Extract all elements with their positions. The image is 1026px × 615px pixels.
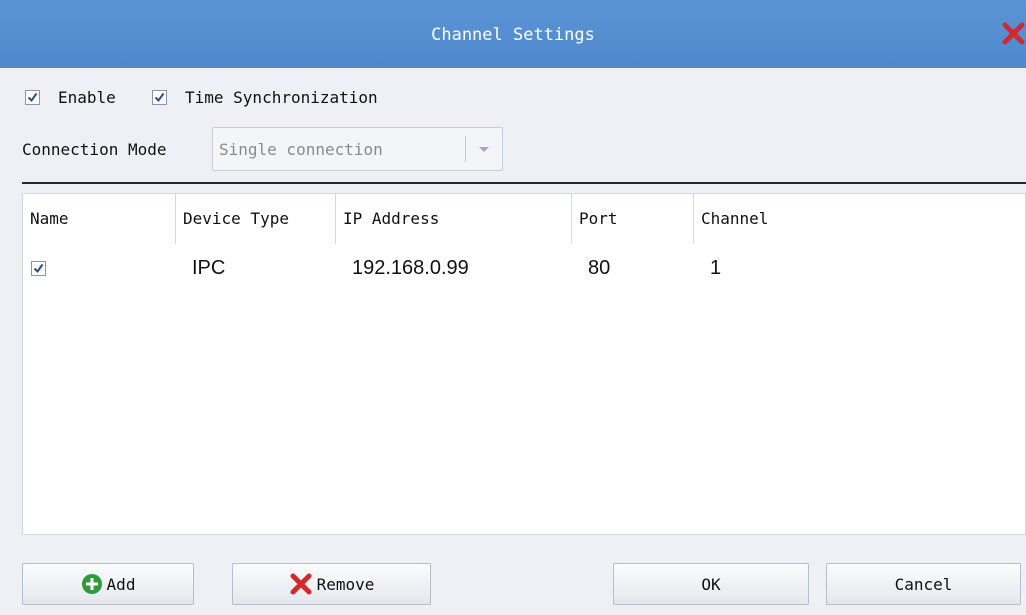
- connection-mode-select[interactable]: Single connection: [212, 127, 503, 171]
- section-divider: [22, 182, 1026, 184]
- add-button-label: Add: [106, 574, 136, 594]
- remove-icon: [290, 573, 312, 595]
- title-bar: Channel Settings: [0, 0, 1026, 68]
- add-button[interactable]: Add: [22, 563, 194, 605]
- checkmark-icon: [33, 263, 44, 274]
- add-icon: [81, 574, 102, 594]
- chevron-down-icon: [479, 147, 489, 152]
- connection-mode-value: Single connection: [219, 140, 383, 159]
- time-sync-checkbox[interactable]: [152, 90, 167, 105]
- select-divider: [465, 136, 466, 162]
- cell-channel: 1: [710, 257, 722, 279]
- cell-device-type: IPC: [192, 257, 226, 279]
- close-icon[interactable]: [1001, 22, 1026, 46]
- cell-ip-address: 192.168.0.99: [352, 257, 469, 279]
- ok-button[interactable]: OK: [613, 563, 809, 605]
- row-checkbox[interactable]: [31, 261, 46, 276]
- table-row[interactable]: IPC 192.168.0.99 80 1: [23, 244, 1025, 288]
- column-header-port[interactable]: Port: [571, 194, 693, 244]
- enable-checkbox[interactable]: [25, 90, 40, 105]
- column-header-name[interactable]: Name: [23, 194, 175, 244]
- window-title: Channel Settings: [431, 25, 595, 45]
- ok-button-label: OK: [701, 574, 721, 594]
- remove-button[interactable]: Remove: [232, 563, 431, 605]
- time-sync-label: Time Synchronization: [185, 88, 378, 107]
- enable-label: Enable: [58, 88, 116, 107]
- cancel-button[interactable]: Cancel: [826, 563, 1021, 605]
- column-header-device-type[interactable]: Device Type: [175, 194, 335, 244]
- column-header-channel[interactable]: Channel: [693, 194, 1025, 244]
- checkmark-icon: [154, 92, 165, 103]
- column-header-ip-address[interactable]: IP Address: [335, 194, 571, 244]
- connection-mode-label: Connection Mode: [22, 140, 167, 159]
- checkmark-icon: [27, 92, 38, 103]
- cell-port: 80: [588, 257, 611, 279]
- channel-table: Name Device Type IP Address Port Channel…: [22, 193, 1026, 535]
- remove-button-label: Remove: [316, 574, 375, 594]
- table-header: Name Device Type IP Address Port Channel: [23, 194, 1025, 244]
- cancel-button-label: Cancel: [894, 574, 953, 594]
